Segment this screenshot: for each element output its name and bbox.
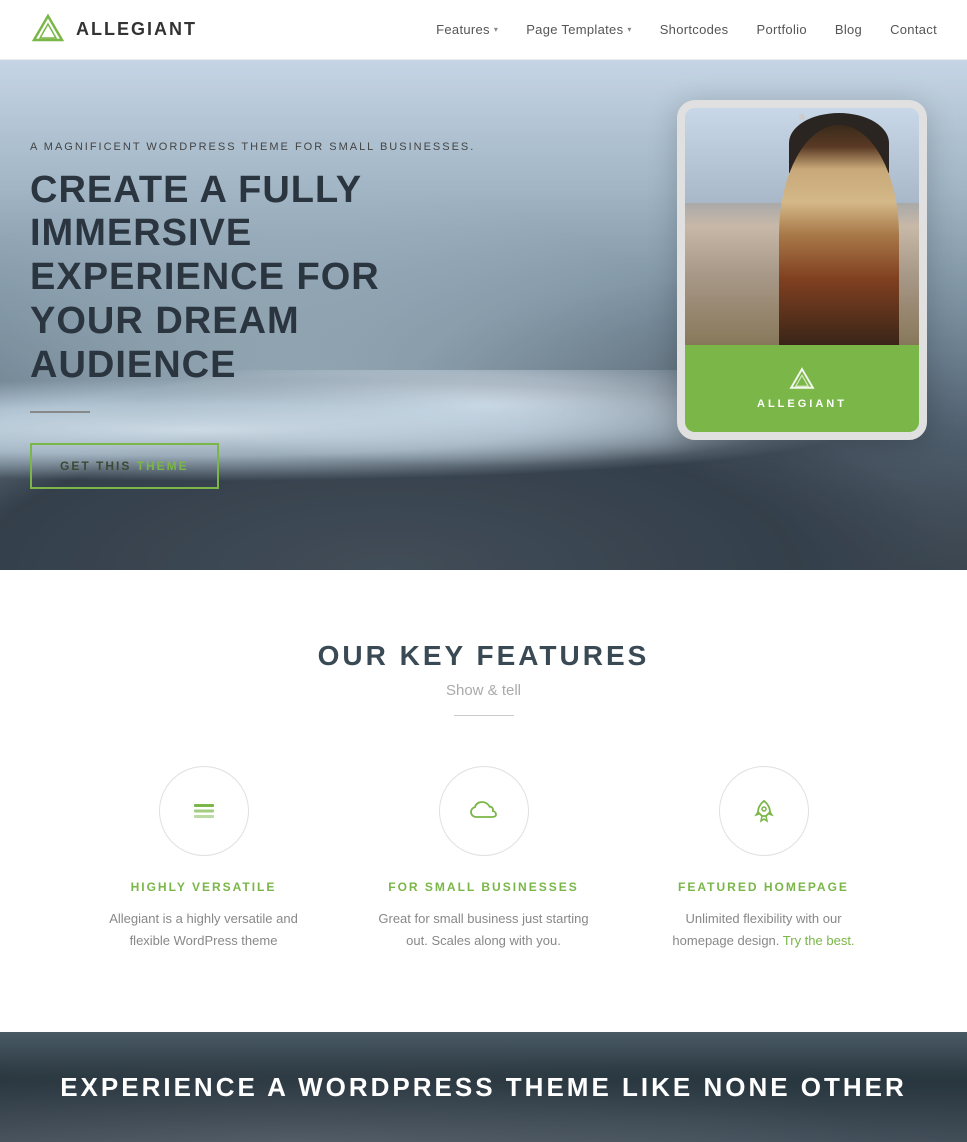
tablet-screen: ALLEGIANT — [685, 108, 919, 432]
layers-icon — [190, 797, 218, 825]
feature-icon-circle-2 — [439, 766, 529, 856]
feature-item-versatile: HIGHLY VERSATILE Allegiant is a highly v… — [94, 766, 314, 952]
get-theme-button[interactable]: GET THIS THEME — [30, 443, 219, 489]
feature-title-2: FOR SMALL BUSINESSES — [388, 880, 578, 894]
tablet-brand-bar: ALLEGIANT — [685, 345, 919, 432]
chevron-down-icon: ▾ — [494, 25, 498, 34]
nav-menu: Features ▾ Page Templates ▾ Shortcodes P… — [436, 21, 937, 39]
feature-desc-1: Allegiant is a highly versatile and flex… — [94, 908, 314, 952]
navbar: ALLEGIANT Features ▾ Page Templates ▾ Sh… — [0, 0, 967, 60]
tablet-camera — [799, 114, 805, 120]
hero-title: CREATE A FULLY IMMERSIVE EXPERIENCE FOR … — [30, 169, 492, 387]
hero-divider — [30, 411, 90, 413]
logo-link[interactable]: ALLEGIANT — [30, 12, 197, 48]
tablet-brand-name: ALLEGIANT — [757, 398, 847, 410]
hero-section: A MAGNIFICENT WORDPRESS THEME FOR SMALL … — [0, 60, 967, 570]
nav-item-features[interactable]: Features ▾ — [436, 22, 498, 37]
bottom-title: EXPERIENCE A WORDPRESS THEME LIKE NONE O… — [60, 1072, 907, 1103]
feature-item-homepage: FEATURED HOMEPAGE Unlimited flexibility … — [654, 766, 874, 952]
tablet-logo-icon — [788, 366, 816, 394]
rocket-icon — [750, 797, 778, 825]
nav-item-portfolio[interactable]: Portfolio — [756, 21, 806, 39]
feature-icon-circle-3 — [719, 766, 809, 856]
feature-icon-circle-1 — [159, 766, 249, 856]
hero-tagline: A MAGNIFICENT WORDPRESS THEME FOR SMALL … — [30, 141, 492, 153]
nav-item-shortcodes[interactable]: Shortcodes — [660, 21, 729, 39]
features-title: OUR KEY FEATURES — [30, 640, 937, 672]
tablet-photo — [685, 108, 919, 345]
feature-item-business: FOR SMALL BUSINESSES Great for small bus… — [374, 766, 594, 952]
hero-content: A MAGNIFICENT WORDPRESS THEME FOR SMALL … — [0, 60, 532, 570]
feature-title-3: FEATURED HOMEPAGE — [678, 880, 849, 894]
logo-icon — [30, 12, 66, 48]
features-subtitle: Show & tell — [30, 682, 937, 699]
feature-desc-3: Unlimited flexibility with our homepage … — [654, 908, 874, 952]
features-divider — [454, 715, 514, 716]
brand-name: ALLEGIANT — [76, 19, 197, 40]
nav-item-contact[interactable]: Contact — [890, 21, 937, 39]
tablet-frame: ALLEGIANT — [677, 100, 927, 440]
nav-item-blog[interactable]: Blog — [835, 21, 862, 39]
features-grid: HIGHLY VERSATILE Allegiant is a highly v… — [30, 766, 937, 952]
nav-item-page-templates[interactable]: Page Templates ▾ — [526, 22, 632, 37]
feature-desc-2: Great for small business just starting o… — [374, 908, 594, 952]
bottom-section: EXPERIENCE A WORDPRESS THEME LIKE NONE O… — [0, 1032, 967, 1142]
features-section: OUR KEY FEATURES Show & tell HIGHLY VERS… — [0, 570, 967, 1032]
feature-title-1: HIGHLY VERSATILE — [131, 880, 277, 894]
cloud-icon — [468, 797, 500, 825]
tablet-mockup: ALLEGIANT — [677, 100, 927, 440]
chevron-down-icon: ▾ — [627, 25, 631, 34]
